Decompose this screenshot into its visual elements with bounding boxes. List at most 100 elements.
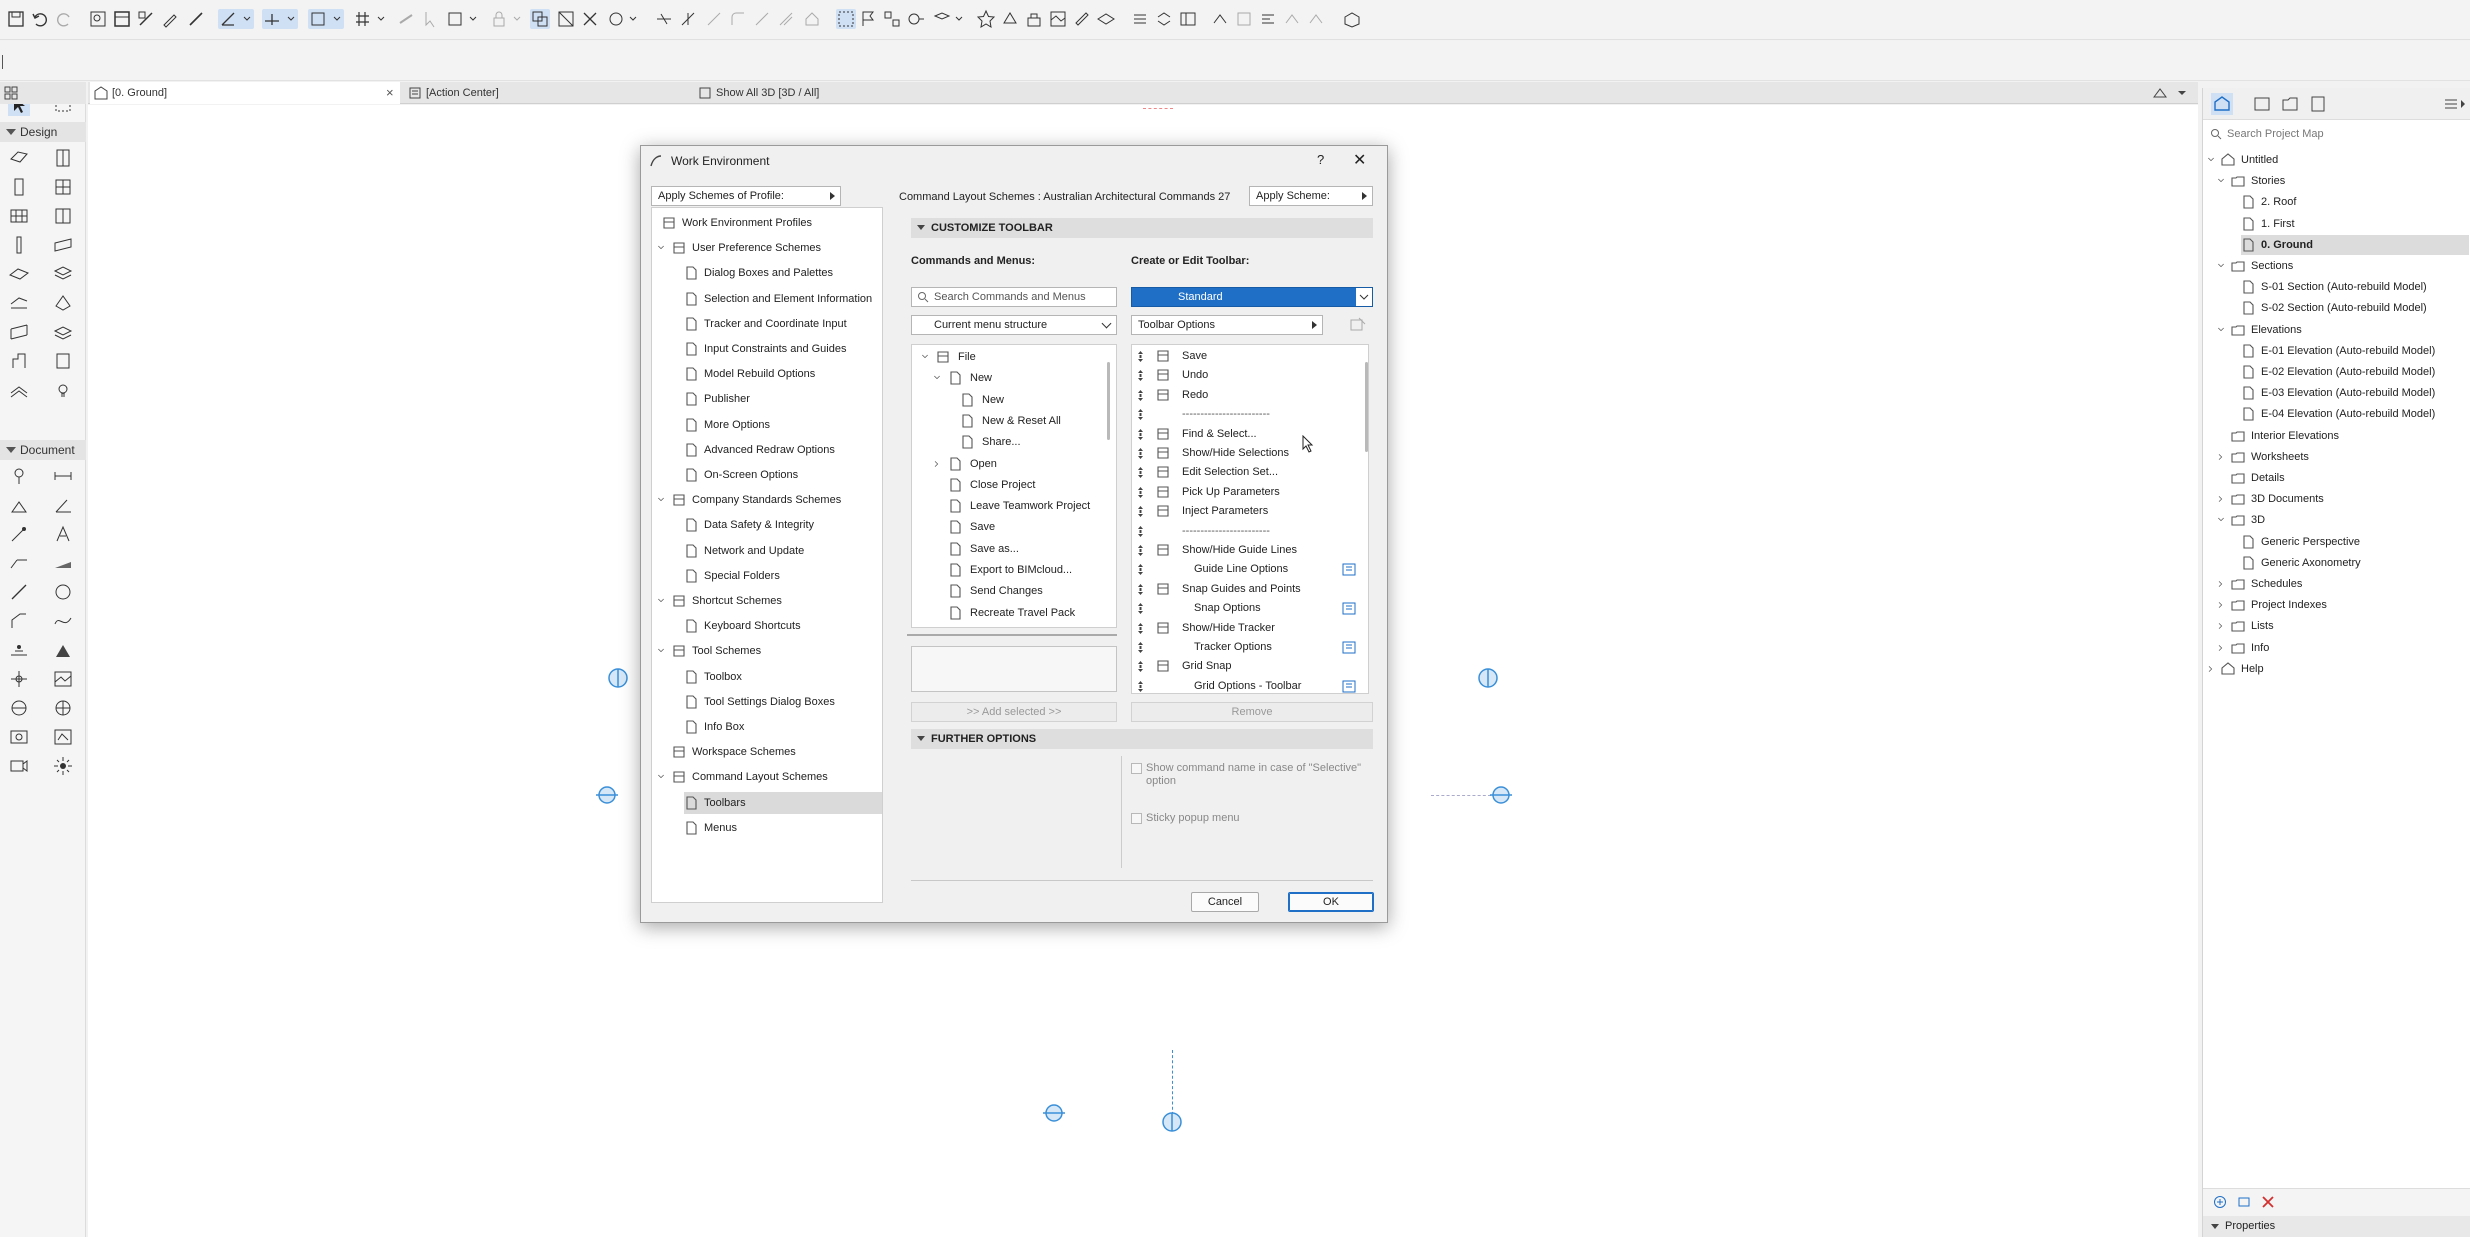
trace-icon[interactable] bbox=[1234, 9, 1254, 29]
menu-structure-dropdown[interactable]: Current menu structure bbox=[911, 315, 1117, 335]
stair-tool-icon[interactable] bbox=[52, 205, 74, 227]
layout-book-icon[interactable] bbox=[2279, 93, 2301, 115]
lamp-tool-icon[interactable] bbox=[8, 379, 30, 401]
scheme-tree-item[interactable]: User Preference Schemes bbox=[658, 237, 882, 259]
toolbar-select-dropdown[interactable]: Standard bbox=[1131, 287, 1373, 307]
suspend-groups-icon[interactable] bbox=[556, 9, 576, 29]
sun-tool-icon[interactable] bbox=[52, 755, 74, 777]
scheme-tree-item[interactable]: Workspace Schemes bbox=[672, 741, 882, 763]
chevron-down-icon[interactable] bbox=[657, 496, 665, 504]
project-map-item[interactable]: Generic Axonometry bbox=[2241, 553, 2469, 573]
railing-tool-icon[interactable] bbox=[8, 321, 30, 343]
polyline-tool-icon[interactable] bbox=[8, 610, 30, 632]
curtain-wall-tool-icon[interactable] bbox=[8, 205, 30, 227]
chevron-down-icon[interactable] bbox=[2217, 326, 2225, 334]
project-map-item[interactable]: E-04 Elevation (Auto-rebuild Model) bbox=[2241, 404, 2469, 424]
spline-tool-icon[interactable] bbox=[52, 610, 74, 632]
dialog-title-bar[interactable]: Work Environment bbox=[641, 146, 1387, 176]
toolbar-list-item[interactable]: Guide Line Options bbox=[1132, 560, 1368, 579]
markup-icon[interactable] bbox=[1282, 9, 1302, 29]
toolbar-list-item[interactable]: Edit Selection Set... bbox=[1132, 463, 1368, 482]
section-marker-icon[interactable] bbox=[1041, 1100, 1067, 1126]
scheme-tree-item[interactable]: Toolbox bbox=[684, 666, 882, 688]
tab-ground-floor[interactable]: [0. Ground] × bbox=[90, 82, 400, 104]
toolbar-list-item[interactable]: Snap Guides and Points bbox=[1132, 580, 1368, 599]
project-map-item[interactable]: 3D Documents bbox=[2218, 489, 2469, 509]
selection-marquee-icon[interactable] bbox=[836, 9, 856, 29]
project-map-item[interactable]: Lists bbox=[2218, 616, 2469, 636]
scheme-tree-item[interactable]: On-Screen Options bbox=[684, 464, 882, 486]
further-options-section[interactable]: FURTHER OPTIONS bbox=[911, 729, 1373, 749]
elevation-marker-icon[interactable] bbox=[1159, 1109, 1185, 1135]
publisher-sets-icon[interactable] bbox=[2307, 93, 2329, 115]
3d-window-icon[interactable] bbox=[1342, 9, 1362, 29]
project-map-item[interactable]: Stories bbox=[2218, 171, 2469, 191]
view-map-icon[interactable] bbox=[1178, 9, 1198, 29]
toolbar-list-item[interactable]: Pick Up Parameters bbox=[1132, 483, 1368, 502]
scheme-tree-item[interactable]: Shortcut Schemes bbox=[658, 590, 882, 612]
drag-handle-icon[interactable] bbox=[1138, 448, 1143, 459]
project-map-item[interactable]: Help bbox=[2208, 659, 2469, 679]
new-toolbar-icon[interactable] bbox=[1349, 317, 1367, 333]
project-map-search-input[interactable]: Search Project Map bbox=[2207, 124, 2469, 144]
column-tool-icon[interactable] bbox=[8, 176, 30, 198]
save-icon[interactable] bbox=[6, 9, 26, 29]
pick-up-parameters-icon[interactable] bbox=[160, 9, 180, 29]
ok-button[interactable]: OK bbox=[1288, 892, 1374, 912]
section-marker-icon[interactable] bbox=[1488, 782, 1514, 808]
slab-tool-icon[interactable] bbox=[52, 234, 74, 256]
close-tab-icon[interactable]: × bbox=[386, 82, 394, 104]
project-map-item[interactable]: Details bbox=[2231, 468, 2469, 488]
trim-icon[interactable] bbox=[654, 9, 674, 29]
command-tree-item[interactable]: Export to BIMcloud... bbox=[948, 560, 1112, 581]
tracker-icon[interactable] bbox=[308, 9, 344, 29]
apply-profile-dropdown[interactable]: Apply Schemes of Profile: bbox=[651, 186, 841, 206]
scheme-tree-item[interactable]: Advanced Redraw Options bbox=[684, 439, 882, 461]
command-tree-item[interactable]: File bbox=[922, 347, 1112, 368]
view-icon[interactable] bbox=[446, 9, 480, 29]
project-map-item[interactable]: Worksheets bbox=[2218, 447, 2469, 467]
line-tool-icon[interactable] bbox=[8, 581, 30, 603]
command-tree-item[interactable]: Save bbox=[948, 517, 1112, 538]
scheme-tree-item[interactable]: Company Standards Schemes bbox=[658, 489, 882, 511]
drag-handle-icon[interactable] bbox=[1138, 486, 1143, 498]
edit-selection-set-icon[interactable] bbox=[136, 9, 156, 29]
teamwork-icon[interactable] bbox=[1024, 9, 1044, 29]
chevron-right-icon[interactable] bbox=[2207, 665, 2215, 673]
chevron-down-icon[interactable] bbox=[657, 773, 665, 781]
toolbar-list-item[interactable]: Grid Snap bbox=[1132, 657, 1368, 676]
command-tree-item[interactable]: Send Changes bbox=[948, 581, 1112, 602]
project-map-item[interactable]: Sections bbox=[2218, 256, 2469, 276]
command-list-scrollbar[interactable] bbox=[1107, 362, 1110, 440]
scheme-tree-item[interactable]: Data Safety & Integrity bbox=[684, 514, 882, 536]
gravity-icon[interactable] bbox=[396, 9, 416, 29]
drag-handle-icon[interactable] bbox=[1138, 351, 1143, 362]
linear-dimension-tool-icon[interactable] bbox=[52, 465, 74, 487]
chevron-down-icon[interactable] bbox=[657, 647, 665, 655]
project-map-item[interactable]: E-02 Elevation (Auto-rebuild Model) bbox=[2241, 362, 2469, 382]
drag-handle-icon[interactable] bbox=[1138, 642, 1143, 653]
project-map-item[interactable]: 3D bbox=[2218, 510, 2469, 530]
elevation-marker-icon[interactable] bbox=[605, 665, 631, 691]
mesh-tool-icon[interactable] bbox=[52, 321, 74, 343]
inject-parameters-icon[interactable] bbox=[186, 9, 206, 29]
project-map-item[interactable]: Project Indexes bbox=[2218, 595, 2469, 615]
drag-handle-icon[interactable] bbox=[1138, 603, 1143, 615]
renovation-icon[interactable] bbox=[1210, 9, 1230, 29]
remove-button[interactable]: Remove bbox=[1131, 702, 1373, 722]
camera-tool-icon[interactable] bbox=[8, 755, 30, 777]
help-icon[interactable]: ? bbox=[1317, 152, 1324, 167]
chevron-down-icon[interactable] bbox=[2217, 516, 2225, 524]
find-select-icon[interactable] bbox=[88, 9, 108, 29]
chevron-down-icon[interactable] bbox=[657, 244, 665, 252]
lock-icon[interactable] bbox=[490, 9, 524, 29]
dimension-tool-icon[interactable] bbox=[8, 465, 30, 487]
text-tool-icon[interactable] bbox=[52, 523, 74, 545]
radial-dimension-tool-icon[interactable] bbox=[8, 523, 30, 545]
drag-handle-icon[interactable] bbox=[1138, 525, 1143, 537]
toolbar-list-item[interactable]: Grid Options - Toolbar bbox=[1132, 677, 1368, 693]
drag-handle-icon[interactable] bbox=[1138, 370, 1143, 382]
scheme-tree-item[interactable]: Network and Update bbox=[684, 540, 882, 562]
split-icon[interactable] bbox=[752, 9, 772, 29]
offset-icon[interactable] bbox=[776, 9, 796, 29]
